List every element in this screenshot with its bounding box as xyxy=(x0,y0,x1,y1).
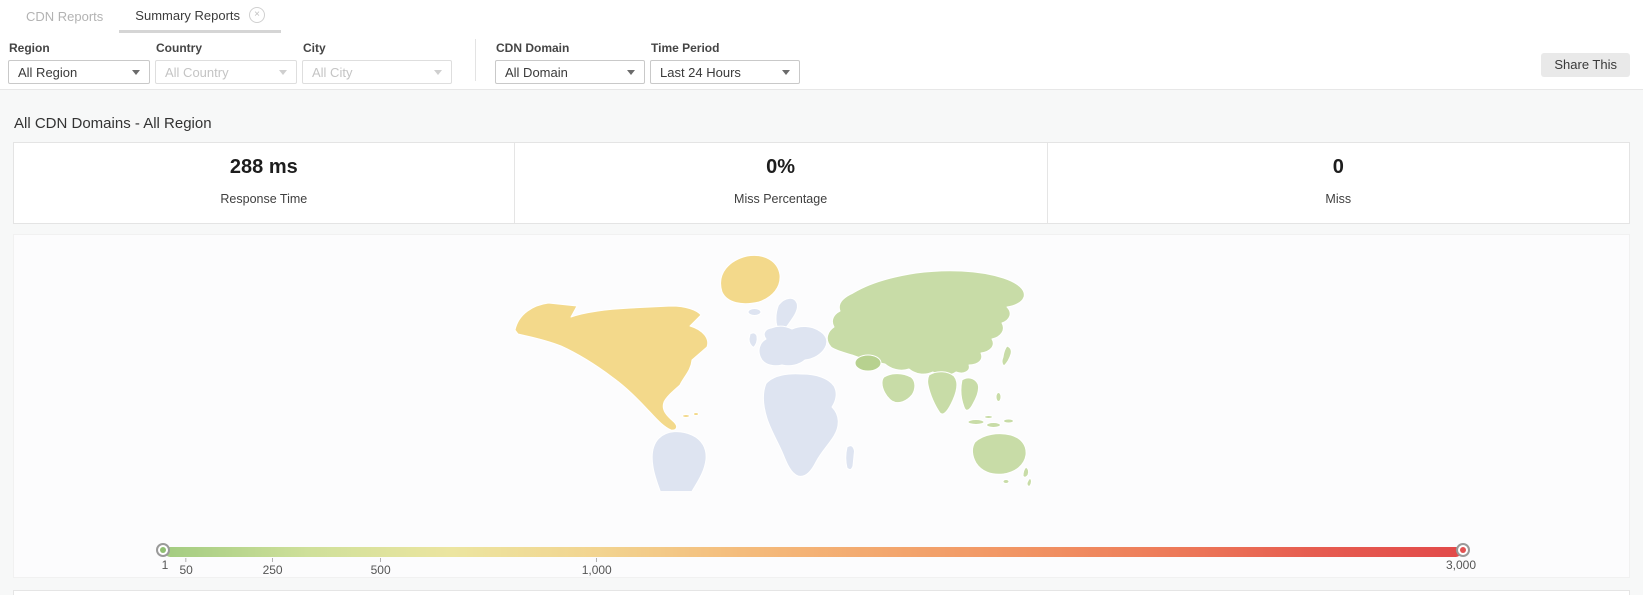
map-legend: 1502505001,0003,000 xyxy=(165,547,1461,580)
map-region-south-america[interactable] xyxy=(652,432,706,491)
next-section-edge xyxy=(13,590,1630,595)
region-value: All Region xyxy=(18,65,77,80)
filter-cdn-domain: CDN Domain All Domain xyxy=(495,41,645,84)
chevron-down-icon xyxy=(627,70,635,75)
map-region-greenland[interactable] xyxy=(721,255,780,303)
cdn-domain-dropdown[interactable]: All Domain xyxy=(495,60,645,84)
map-region-iceland[interactable] xyxy=(748,309,761,316)
cdn-domain-label: CDN Domain xyxy=(496,41,645,55)
time-period-value: Last 24 Hours xyxy=(660,65,741,80)
kpi-miss: 0 Miss xyxy=(1048,143,1629,223)
filter-region: Region All Region xyxy=(8,41,150,84)
world-map-panel: 1 50 250 500 1,000 3,000 xyxy=(13,234,1630,578)
map-region-uk[interactable] xyxy=(749,333,757,348)
map-region-india[interactable] xyxy=(928,372,957,414)
map-region-iran[interactable] xyxy=(855,355,881,371)
world-map[interactable] xyxy=(506,241,1036,491)
cdn-domain-value: All Domain xyxy=(505,65,568,80)
map-region-caribbean[interactable] xyxy=(683,413,699,418)
chevron-down-icon xyxy=(434,70,442,75)
legend-tick-label: 3,000 xyxy=(1446,558,1476,572)
tab-cdn-reports[interactable]: CDN Reports xyxy=(10,0,119,33)
legend-handle-min[interactable] xyxy=(156,543,170,557)
filter-time-period: Time Period Last 24 Hours xyxy=(650,41,800,84)
filter-country: Country All Country xyxy=(155,41,297,84)
map-region-europe[interactable] xyxy=(759,326,827,366)
map-region-japan[interactable] xyxy=(1002,346,1011,366)
kpi-summary-card: 288 ms Response Time 0% Miss Percentage … xyxy=(13,142,1630,224)
kpi-response-time: 288 ms Response Time xyxy=(14,143,515,223)
city-value: All City xyxy=(312,65,352,80)
miss-percentage-value: 0% xyxy=(515,156,1047,179)
tab-summary-reports[interactable]: Summary Reports × xyxy=(119,0,281,33)
chevron-down-icon xyxy=(782,70,790,75)
legend-tick-label: 250 xyxy=(263,558,283,577)
legend-gradient-bar[interactable] xyxy=(165,547,1461,557)
tab-bar: CDN Reports Summary Reports × xyxy=(0,0,1643,33)
country-value: All Country xyxy=(165,65,229,80)
legend-tick-label: 500 xyxy=(371,558,391,577)
kpi-miss-percentage: 0% Miss Percentage xyxy=(515,143,1048,223)
city-label: City xyxy=(303,41,452,55)
map-region-southeast-asia[interactable] xyxy=(961,378,979,410)
filter-toolbar: Region All Region Country All Country Ci… xyxy=(0,33,1643,90)
legend-tick-label: 50 xyxy=(179,558,192,577)
map-region-australia[interactable] xyxy=(972,434,1026,475)
response-time-label: Response Time xyxy=(14,192,514,206)
country-label: Country xyxy=(156,41,297,55)
filter-divider xyxy=(475,39,476,81)
map-region-madagascar[interactable] xyxy=(846,446,855,470)
share-this-button[interactable]: Share This xyxy=(1541,53,1630,77)
time-period-dropdown[interactable]: Last 24 Hours xyxy=(650,60,800,84)
miss-value: 0 xyxy=(1048,156,1629,179)
tab-summary-reports-label: Summary Reports xyxy=(135,8,240,23)
map-region-africa[interactable] xyxy=(763,374,838,477)
country-dropdown: All Country xyxy=(155,60,297,84)
region-label: Region xyxy=(9,41,150,55)
miss-label: Miss xyxy=(1048,192,1629,206)
response-time-value: 288 ms xyxy=(14,156,514,179)
city-dropdown: All City xyxy=(302,60,452,84)
map-region-middle-east[interactable] xyxy=(882,374,915,403)
time-period-label: Time Period xyxy=(651,41,800,55)
legend-tick-label: 1,000 xyxy=(582,558,612,577)
legend-ticks: 1502505001,0003,000 xyxy=(165,558,1461,580)
tab-cdn-reports-label: CDN Reports xyxy=(26,9,103,24)
chevron-down-icon xyxy=(279,70,287,75)
page-title: All CDN Domains - All Region xyxy=(14,115,1629,132)
map-region-north-america[interactable] xyxy=(515,303,708,430)
filter-city: City All City xyxy=(302,41,452,84)
chevron-down-icon xyxy=(132,70,140,75)
miss-percentage-label: Miss Percentage xyxy=(515,192,1047,206)
legend-handle-max[interactable] xyxy=(1456,543,1470,557)
main-content: All CDN Domains - All Region 288 ms Resp… xyxy=(13,115,1630,578)
legend-tick-label: 1 xyxy=(162,558,169,572)
region-dropdown[interactable]: All Region xyxy=(8,60,150,84)
tab-close-icon[interactable]: × xyxy=(249,7,265,23)
